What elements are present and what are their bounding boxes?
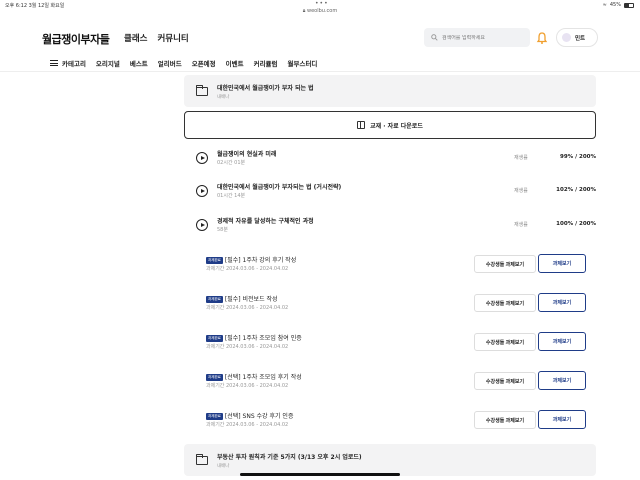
assignment-title-text: [필수] 비전보드 작성 — [224, 296, 278, 303]
view-assignment-button[interactable]: 과제보기 — [538, 332, 586, 351]
view-peer-assignments-button[interactable]: 수강생들 과제보기 — [474, 333, 536, 351]
lock-icon: 🔒︎ — [302, 8, 306, 14]
header-divider — [0, 71, 640, 72]
lesson-title: 경제적 자유를 달성하는 구체적인 과정 — [217, 218, 314, 225]
url-bar[interactable]: 🔒︎ weolbu.com — [0, 8, 640, 18]
section-header[interactable]: 대한민국에서 월급쟁이가 부자 되는 법 내배나 — [184, 75, 596, 107]
download-label: 교재 · 자료 다운로드 — [370, 122, 423, 130]
assignment-period: 과제기간 2024.03.06 - 2024.04.02 — [206, 422, 289, 428]
lesson-row[interactable]: 월급쟁이의 현실과 미래 02시간 01분 재생률 99% / 200% — [196, 149, 596, 171]
assignment-title-text: [필수] 1주차 강의 후기 작성 — [224, 257, 297, 264]
category-open-soon[interactable]: 오픈예정 — [192, 58, 216, 68]
hamburger-icon — [50, 60, 58, 66]
assignment-row: 과제완료 [선택] 1주차 조모임 후기 작성 과제기간 2024.03.06 -… — [206, 371, 596, 394]
nav-community[interactable]: 커뮤니티 — [157, 32, 188, 44]
assignment-title: 과제완료 [선택] SNS 수강 후기 인증 — [206, 411, 293, 420]
play-icon[interactable] — [196, 219, 208, 231]
assignment-title: 과제완료 [필수] 1주차 조모임 참여 인증 — [206, 333, 302, 342]
battery-icon — [624, 2, 634, 8]
lesson-duration: 02시간 01분 — [217, 160, 246, 166]
section-header[interactable]: 부동산 투자 원칙과 기준 5가지 (3/13 오후 2시 업로드) 내배나 — [184, 444, 596, 476]
assignment-row: 과제완료 [선택] SNS 수강 후기 인증 과제기간 2024.03.06 - … — [206, 410, 596, 433]
assignment-title: 과제완료 [선택] 1주차 조모임 후기 작성 — [206, 372, 302, 381]
status-badge: 과제완료 — [206, 335, 223, 342]
site-header: 월급쟁이부자들 클래스 커뮤니티 민트 — [0, 22, 640, 56]
category-menu-button[interactable]: 카테고리 — [50, 58, 86, 68]
search-box[interactable] — [424, 28, 530, 47]
play-icon[interactable] — [196, 152, 208, 164]
assignment-title: 과제완료 [필수] 1주차 강의 후기 작성 — [206, 255, 296, 264]
status-bar: 오후 6:12 3월 12일 화요일 ••• ≈ 45% — [0, 0, 640, 9]
view-peer-assignments-button[interactable]: 수강생들 과제보기 — [474, 255, 536, 273]
home-indicator[interactable] — [240, 473, 400, 476]
user-menu[interactable]: 민트 — [556, 28, 598, 47]
view-peer-assignments-button[interactable]: 수강생들 과제보기 — [474, 411, 536, 429]
lesson-row[interactable]: 대한민국에서 월급쟁이가 부자되는 법 (거시전략) 01시간 14분 재생률 … — [196, 182, 596, 204]
assignment-title-text: [선택] 1주차 조모임 후기 작성 — [224, 374, 302, 381]
lesson-progress: 100% / 200% — [556, 221, 596, 227]
category-event[interactable]: 이벤트 — [226, 58, 244, 68]
lesson-status: 재생률 — [514, 222, 528, 228]
notification-bell-icon[interactable] — [535, 31, 549, 45]
lesson-progress: 102% / 200% — [556, 187, 596, 193]
category-original[interactable]: 오리지널 — [96, 58, 120, 68]
play-icon[interactable] — [196, 185, 208, 197]
section-title: 부동산 투자 원칙과 기준 5가지 (3/13 오후 2시 업로드) — [217, 453, 362, 461]
url-text: weolbu.com — [307, 8, 338, 14]
search-input[interactable] — [442, 34, 522, 41]
assignment-period: 과제기간 2024.03.06 - 2024.04.02 — [206, 383, 289, 389]
view-assignment-button[interactable]: 과제보기 — [538, 371, 586, 390]
site-logo[interactable]: 월급쟁이부자들 — [42, 31, 110, 47]
status-badge: 과제완료 — [206, 257, 223, 264]
nav-class[interactable]: 클래스 — [124, 32, 147, 44]
category-curriculum[interactable]: 커리큘럼 — [254, 58, 278, 68]
assignment-row: 과제완료 [필수] 비전보드 작성 과제기간 2024.03.06 - 2024.… — [206, 293, 596, 316]
lesson-duration: 01시간 14분 — [217, 193, 246, 199]
category-study[interactable]: 월부스터디 — [288, 58, 318, 68]
view-assignment-button[interactable]: 과제보기 — [538, 293, 586, 312]
folder-icon — [196, 453, 208, 465]
avatar — [562, 33, 571, 42]
status-badge: 과제완료 — [206, 374, 223, 381]
book-icon — [357, 121, 366, 129]
view-assignment-button[interactable]: 과제보기 — [538, 410, 586, 429]
status-badge: 과제완료 — [206, 296, 223, 303]
top-nav: 클래스 커뮤니티 — [124, 32, 189, 44]
user-name: 민트 — [575, 35, 586, 42]
folder-icon — [196, 84, 208, 96]
category-early-bird[interactable]: 얼리버드 — [158, 58, 182, 68]
section-instructor: 내배나 — [217, 94, 230, 100]
category-best[interactable]: 베스트 — [130, 58, 148, 68]
lesson-progress: 99% / 200% — [560, 154, 596, 160]
assignment-title: 과제완료 [필수] 비전보드 작성 — [206, 294, 278, 303]
download-materials-button[interactable]: 교재 · 자료 다운로드 — [184, 111, 596, 139]
view-peer-assignments-button[interactable]: 수강생들 과제보기 — [474, 294, 536, 312]
assignment-period: 과제기간 2024.03.06 - 2024.04.02 — [206, 344, 289, 350]
assignment-row: 과제완료 [필수] 1주차 조모임 참여 인증 과제기간 2024.03.06 -… — [206, 332, 596, 355]
lesson-row[interactable]: 경제적 자유를 달성하는 구체적인 과정 58분 재생률 100% / 200% — [196, 216, 596, 238]
lesson-duration: 58분 — [217, 227, 228, 233]
view-assignment-button[interactable]: 과제보기 — [538, 254, 586, 273]
multitask-dots-icon[interactable]: ••• — [315, 0, 329, 7]
category-nav: 카테고리 오리지널 베스트 얼리버드 오픈예정 이벤트 커리큘럼 월부스터디 — [50, 56, 317, 70]
lesson-status: 재생률 — [514, 188, 528, 194]
assignment-title-text: [선택] SNS 수강 후기 인증 — [224, 413, 294, 420]
lesson-status: 재생률 — [514, 155, 528, 161]
assignment-period: 과제기간 2024.03.06 - 2024.04.02 — [206, 305, 289, 311]
view-peer-assignments-button[interactable]: 수강생들 과제보기 — [474, 372, 536, 390]
assignment-row: 과제완료 [필수] 1주차 강의 후기 작성 과제기간 2024.03.06 - … — [206, 254, 596, 277]
search-icon — [431, 34, 438, 41]
category-menu-label: 카테고리 — [62, 60, 86, 68]
assignment-title-text: [필수] 1주차 조모임 참여 인증 — [224, 335, 302, 342]
section-instructor: 내배나 — [217, 463, 230, 469]
assignment-period: 과제기간 2024.03.06 - 2024.04.02 — [206, 266, 289, 272]
section-title: 대한민국에서 월급쟁이가 부자 되는 법 — [217, 84, 314, 92]
lesson-title: 월급쟁이의 현실과 미래 — [217, 151, 277, 158]
status-badge: 과제완료 — [206, 413, 223, 420]
lesson-title: 대한민국에서 월급쟁이가 부자되는 법 (거시전략) — [217, 184, 342, 191]
